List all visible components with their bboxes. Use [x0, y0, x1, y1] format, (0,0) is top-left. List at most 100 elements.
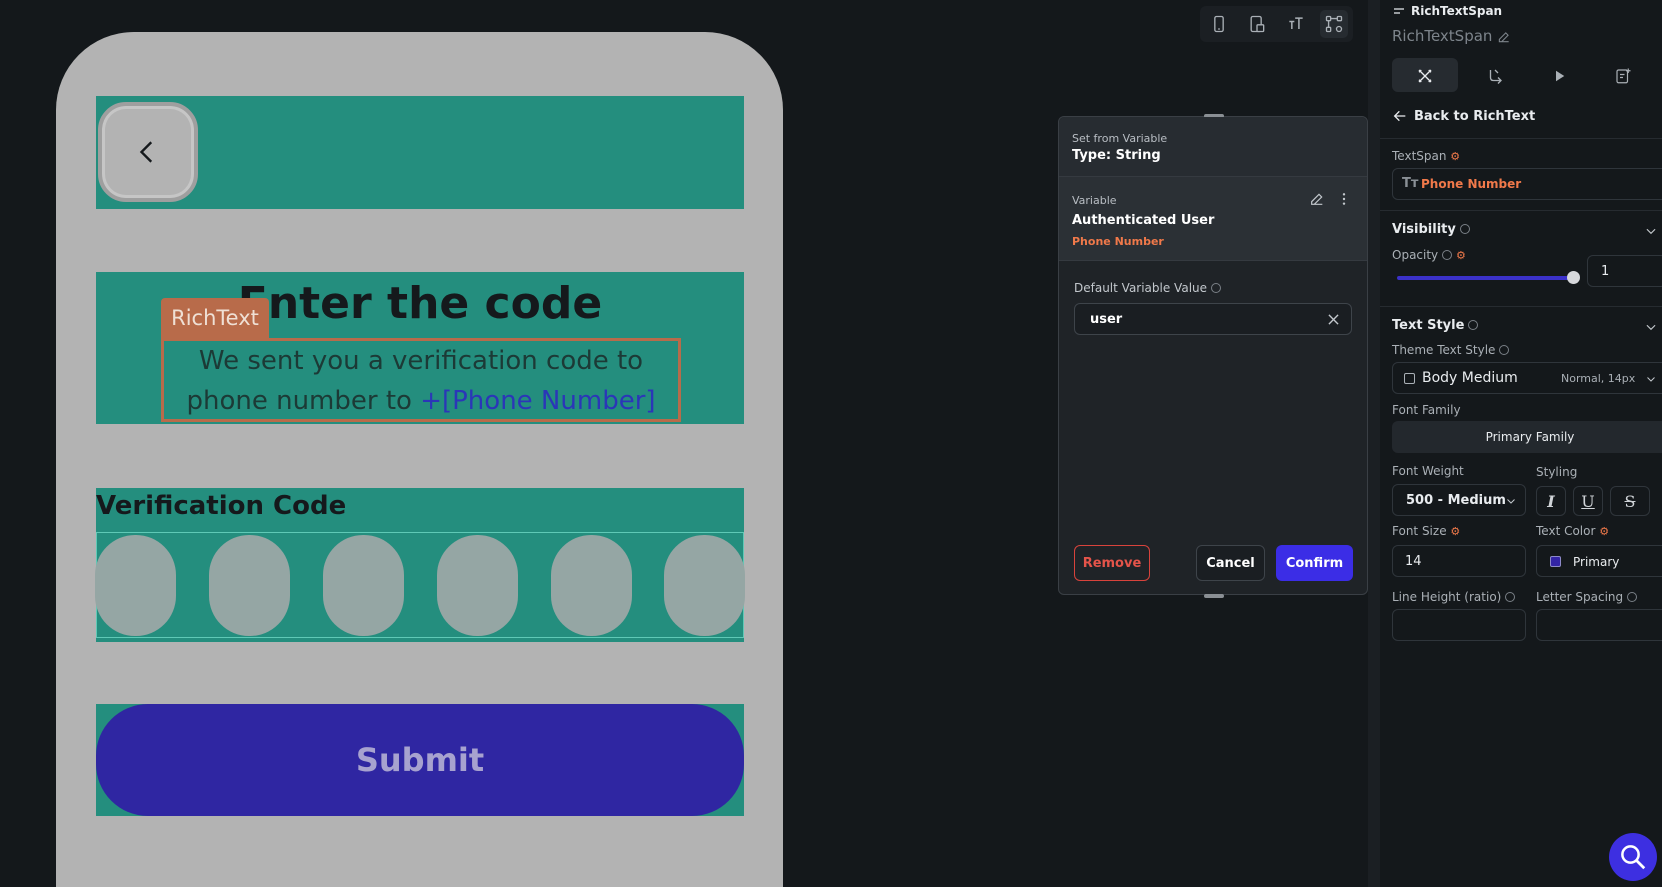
- info-icon: [1505, 592, 1516, 602]
- visibility-section-header[interactable]: Visibility: [1392, 222, 1470, 237]
- info-icon: [1468, 320, 1479, 330]
- panel-divider[interactable]: [1368, 0, 1380, 887]
- line-height-input[interactable]: [1392, 609, 1526, 641]
- variable-name: Authenticated User: [1072, 213, 1215, 228]
- actions-icon: [1489, 69, 1502, 84]
- font-family-value: Primary Family: [1485, 430, 1575, 444]
- theme-text-style-label-text: Theme Text Style: [1392, 343, 1496, 357]
- confirm-button[interactable]: Confirm: [1276, 545, 1353, 581]
- text-size-button[interactable]: [1282, 10, 1310, 38]
- popover-type-label: Type: String: [1072, 148, 1161, 163]
- underline-icon: U: [1581, 491, 1595, 511]
- phone-view-button[interactable]: [1205, 10, 1233, 38]
- text-style-section-header[interactable]: Text Style: [1392, 318, 1479, 333]
- opacity-label: Opacity ⚙: [1392, 248, 1466, 262]
- pin-slot[interactable]: [209, 535, 290, 636]
- back-button[interactable]: [98, 102, 198, 202]
- letter-spacing-label-text: Letter Spacing: [1536, 590, 1624, 604]
- tablet-view-button[interactable]: [1243, 10, 1271, 38]
- default-value-text: user: [1090, 312, 1123, 327]
- font-weight-dropdown[interactable]: 500 - Medium: [1392, 484, 1526, 516]
- textspan-value-field[interactable]: Tт Phone Number: [1392, 168, 1662, 200]
- edit-icon[interactable]: [1309, 191, 1325, 207]
- remove-button[interactable]: Remove: [1074, 545, 1150, 581]
- phone-canvas: Enter the code RichText We sent you a ve…: [56, 32, 783, 887]
- default-value-label: Default Variable Value: [1074, 281, 1222, 295]
- opacity-slider-track[interactable]: [1397, 276, 1573, 280]
- color-swatch: [1550, 556, 1561, 567]
- pin-slot[interactable]: [664, 535, 745, 636]
- sliders-icon[interactable]: ⚙: [1450, 150, 1460, 163]
- widget-tree-button[interactable]: [1319, 10, 1348, 38]
- richtext-selected[interactable]: We sent you a verification code to phone…: [161, 338, 681, 422]
- widget-name[interactable]: RichTextSpan: [1392, 27, 1492, 45]
- opacity-slider-handle[interactable]: [1567, 271, 1580, 284]
- sliders-icon[interactable]: ⚙: [1450, 525, 1460, 538]
- theme-text-style-dropdown[interactable]: Body Medium Normal, 14px: [1392, 362, 1662, 394]
- text-color-picker[interactable]: Primary: [1536, 545, 1662, 577]
- tab-properties-icon-wrap: [1396, 60, 1454, 92]
- add-note-icon: [1616, 68, 1631, 84]
- pin-slot[interactable]: [551, 535, 632, 636]
- chevron-left-icon: [139, 141, 153, 163]
- underline-toggle[interactable]: U: [1573, 486, 1603, 516]
- font-family-button[interactable]: Primary Family: [1392, 421, 1662, 453]
- back-to-richtext-link[interactable]: Back to RichText: [1392, 108, 1535, 124]
- theme-text-style-meta: Normal, 14px: [1561, 372, 1636, 385]
- text-color-label: Text Color ⚙: [1536, 524, 1609, 538]
- tab-preview[interactable]: [1530, 60, 1588, 92]
- submit-button[interactable]: Submit: [96, 704, 744, 816]
- strikethrough-toggle[interactable]: S: [1610, 486, 1650, 516]
- font-family-label: Font Family: [1392, 403, 1461, 417]
- sliders-icon[interactable]: ⚙: [1456, 249, 1466, 262]
- font-size-label: Font Size ⚙: [1392, 524, 1460, 538]
- device-toolbar: [1200, 6, 1353, 42]
- more-vertical-icon[interactable]: [1336, 191, 1352, 207]
- verification-code-label[interactable]: Verification Code: [96, 491, 346, 521]
- set-from-variable-popover: Set from Variable Type: String Variable …: [1058, 114, 1368, 598]
- chevron-down-icon: [1647, 377, 1655, 382]
- pin-code-row[interactable]: [95, 532, 745, 638]
- opacity-label-text: Opacity: [1392, 248, 1439, 262]
- textspan-label-text: TextSpan: [1392, 149, 1447, 163]
- font-size-value: 14: [1405, 554, 1422, 569]
- play-icon: [1556, 70, 1565, 82]
- close-icon[interactable]: [1328, 314, 1339, 325]
- pin-slot[interactable]: [323, 535, 404, 636]
- info-icon: [1627, 592, 1638, 602]
- line-height-label-text: Line Height (ratio): [1392, 590, 1502, 604]
- sliders-icon[interactable]: ⚙: [1599, 525, 1609, 538]
- pin-slot[interactable]: [437, 535, 518, 636]
- letter-spacing-input[interactable]: [1536, 609, 1662, 641]
- cancel-button[interactable]: Cancel: [1196, 545, 1265, 581]
- font-weight-value: 500 - Medium: [1406, 493, 1506, 508]
- visibility-label: Visibility: [1392, 222, 1456, 237]
- richtext-span-text: phone number to: [186, 386, 421, 416]
- edit-name-icon[interactable]: [1497, 30, 1511, 44]
- phone-icon: [1214, 15, 1224, 33]
- font-size-input[interactable]: 14: [1392, 545, 1526, 577]
- tab-actions[interactable]: [1466, 60, 1524, 92]
- italic-toggle[interactable]: I: [1536, 486, 1566, 516]
- text-lines-icon: [1394, 8, 1404, 14]
- info-icon: [1442, 250, 1453, 260]
- richtext-span-phone-number[interactable]: +[Phone Number]: [420, 386, 655, 416]
- line-height-label: Line Height (ratio): [1392, 590, 1516, 604]
- variable-label: Variable: [1072, 194, 1117, 207]
- divider: [1380, 210, 1662, 211]
- chevron-down-icon[interactable]: [1644, 320, 1658, 334]
- variable-section[interactable]: Variable Authenticated User Phone Number: [1059, 177, 1367, 261]
- checkbox[interactable]: [1404, 373, 1415, 384]
- opacity-input[interactable]: 1: [1587, 255, 1662, 287]
- textspan-label: TextSpan ⚙: [1392, 149, 1460, 163]
- pin-slot[interactable]: [95, 535, 176, 636]
- drag-handle-bottom[interactable]: [1204, 594, 1224, 598]
- text-size-icon: [1288, 17, 1303, 29]
- chevron-down-icon[interactable]: [1644, 224, 1658, 238]
- default-value-input[interactable]: user: [1074, 303, 1352, 335]
- divider: [1380, 306, 1662, 307]
- search-button[interactable]: [1609, 833, 1657, 881]
- tablet-icon: [1250, 15, 1265, 33]
- properties-icon: [1418, 69, 1432, 83]
- tab-notes[interactable]: [1594, 60, 1652, 92]
